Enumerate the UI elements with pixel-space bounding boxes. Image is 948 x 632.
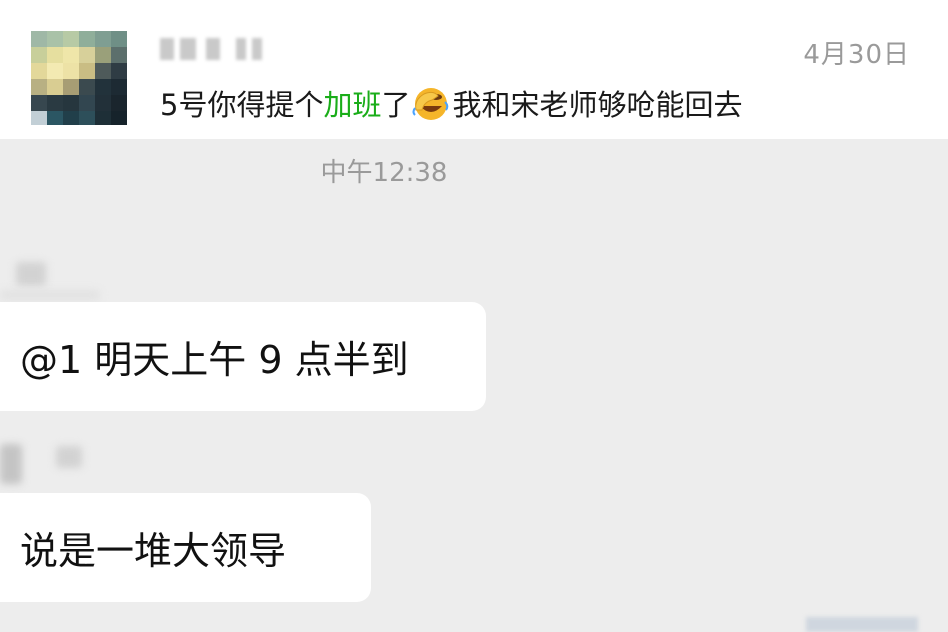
avatar-mosaic-cell bbox=[31, 111, 47, 125]
preview-message: 5号你得提个 加班了 我和宋老师够呛能回去 bbox=[160, 82, 743, 124]
avatar-mosaic-cell bbox=[63, 79, 79, 95]
chat-preview-card[interactable]: 4月30日 5号你得提个 加班了 我和宋老师够呛能回去 bbox=[0, 0, 948, 139]
avatar-mosaic-cell bbox=[47, 95, 63, 111]
preview-message-text-1: 5号你得提个 bbox=[160, 88, 324, 122]
message-text: 说是一堆大领导 bbox=[20, 529, 287, 573]
blurred-fragment bbox=[806, 617, 918, 632]
avatar-mosaic-cell bbox=[95, 31, 111, 47]
avatar-mosaic-cell bbox=[79, 79, 95, 95]
avatar-mosaic-cell bbox=[31, 79, 47, 95]
avatar-mosaic-cell bbox=[47, 111, 63, 125]
sender-name-blurred bbox=[16, 262, 46, 286]
preview-date: 4月30日 bbox=[803, 40, 910, 70]
avatar-mosaic-cell bbox=[95, 47, 111, 63]
avatar-mosaic-cell bbox=[79, 31, 95, 47]
contact-avatar-pixelated[interactable] bbox=[31, 31, 127, 125]
avatar-mosaic-cell bbox=[111, 47, 127, 63]
avatar-mosaic-cell bbox=[63, 95, 79, 111]
avatar-mosaic-cell bbox=[95, 63, 111, 79]
message-bubble[interactable]: @1 明天上午 9 点半到 bbox=[0, 302, 486, 411]
avatar-mosaic-cell bbox=[63, 31, 79, 47]
sender-name-blurred bbox=[0, 290, 100, 300]
avatar-mosaic-cell bbox=[31, 63, 47, 79]
avatar-mosaic-cell bbox=[95, 111, 111, 125]
message-bubble[interactable]: 说是一堆大领导 bbox=[0, 493, 371, 602]
avatar-mosaic-cell bbox=[111, 63, 127, 79]
avatar-mosaic-cell bbox=[111, 95, 127, 111]
contact-name-blurred bbox=[160, 32, 270, 62]
preview-message-text-3: 我和宋老师够呛能回去 bbox=[452, 88, 743, 122]
avatar-mosaic-cell bbox=[63, 47, 79, 63]
avatar-mosaic-cell bbox=[79, 111, 95, 125]
sender-name-blurred bbox=[56, 446, 82, 468]
avatar-mosaic-cell bbox=[47, 63, 63, 79]
avatar-mosaic-cell bbox=[31, 31, 47, 47]
avatar-mosaic-cell bbox=[95, 95, 111, 111]
avatar-mosaic-cell bbox=[31, 95, 47, 111]
avatar-mosaic-cell bbox=[79, 95, 95, 111]
avatar-mosaic-cell bbox=[47, 31, 63, 47]
message-text: @1 明天上午 9 点半到 bbox=[20, 338, 409, 382]
avatar-mosaic-cell bbox=[63, 63, 79, 79]
avatar-mosaic-cell bbox=[95, 79, 111, 95]
avatar-mosaic-cell bbox=[47, 47, 63, 63]
sender-name-blurred bbox=[0, 444, 22, 484]
preview-message-highlight: 加班 bbox=[323, 88, 382, 122]
facepalm-laugh-emoji-icon bbox=[412, 84, 450, 122]
avatar-mosaic-cell bbox=[31, 47, 47, 63]
avatar-mosaic-cell bbox=[79, 63, 95, 79]
avatar-mosaic-cell bbox=[47, 79, 63, 95]
avatar-mosaic-cell bbox=[111, 31, 127, 47]
preview-message-text-2: 了 bbox=[381, 88, 411, 122]
avatar-mosaic-cell bbox=[79, 47, 95, 63]
avatar-mosaic-cell bbox=[63, 111, 79, 125]
time-separator: 中午12:38 bbox=[320, 158, 448, 188]
avatar-mosaic-cell bbox=[111, 79, 127, 95]
avatar-mosaic-cell bbox=[111, 111, 127, 125]
